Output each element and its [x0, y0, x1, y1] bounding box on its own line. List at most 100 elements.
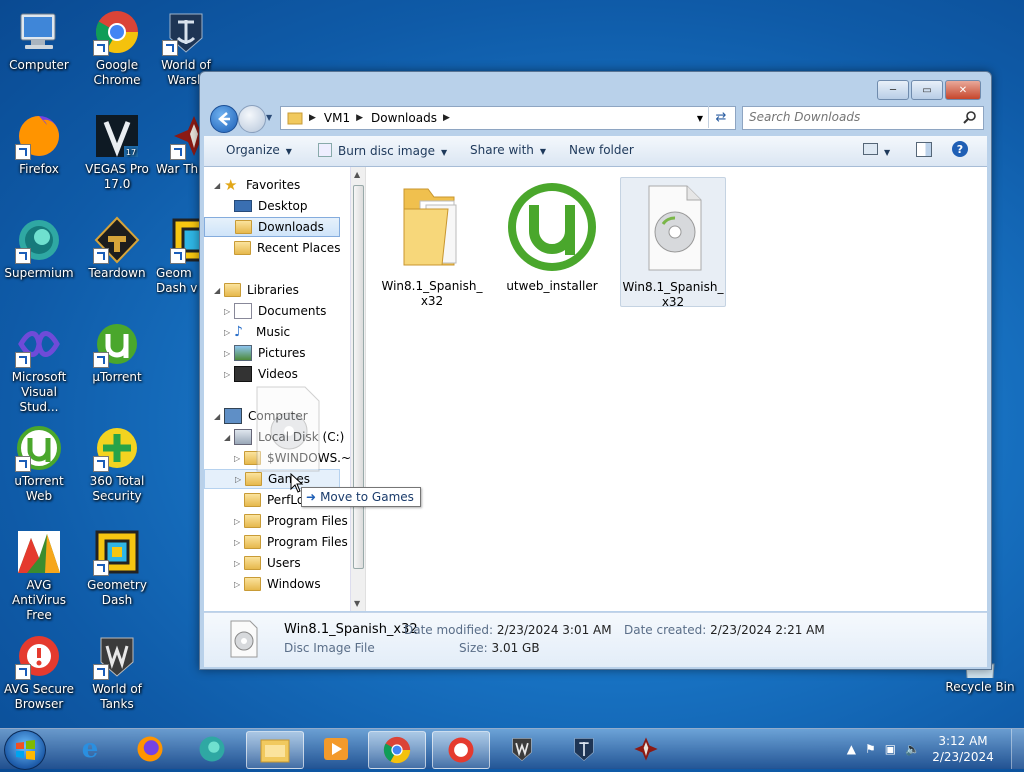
- desktop-icon-firefox[interactable]: Firefox: [0, 112, 78, 177]
- breadcrumb-vm1[interactable]: VM1: [324, 111, 350, 125]
- change-view-button[interactable]: ▼: [863, 143, 890, 158]
- start-button[interactable]: [4, 730, 46, 770]
- minimize-button[interactable]: ─: [877, 80, 909, 100]
- taskbar-internet-explorer[interactable]: e: [62, 731, 118, 767]
- nav-videos[interactable]: ▷ Videos: [224, 364, 298, 384]
- nav-label: Pictures: [258, 346, 306, 360]
- taskbar-chrome[interactable]: [368, 731, 426, 769]
- music-icon: ♪: [234, 324, 243, 340]
- taskbar-war-thunder[interactable]: [618, 731, 674, 767]
- back-arrow-icon: [218, 112, 230, 126]
- refresh-button[interactable]: ⇄: [708, 106, 733, 128]
- svg-text:17: 17: [126, 148, 136, 157]
- desktop-icon-world-of-tanks[interactable]: World of Tanks: [78, 632, 156, 712]
- nav-libraries[interactable]: ◢ Libraries: [214, 280, 299, 300]
- desktop-icon-war-thunder[interactable]: War Th: [156, 112, 200, 177]
- network-icon[interactable]: ▣: [885, 742, 896, 756]
- taskbar-firefox[interactable]: [122, 731, 178, 767]
- caption-buttons: ─ ▭ ✕: [877, 80, 981, 100]
- taskbar-supermium[interactable]: [184, 731, 240, 767]
- scroll-up-icon[interactable]: ▲: [354, 170, 360, 179]
- desktop-icon-label: Computer: [9, 58, 69, 72]
- taskbar-world-of-tanks[interactable]: [494, 731, 550, 767]
- taskbar-avg-secure-browser[interactable]: [432, 731, 490, 769]
- desktop-icon-supermium[interactable]: Supermium: [0, 216, 78, 281]
- file-item-folder[interactable]: Win8.1_Spanish_x32: [380, 177, 484, 309]
- nav-pictures[interactable]: ▷ Pictures: [224, 343, 306, 363]
- desktop-icon-vegas-pro[interactable]: 17 VEGAS Pro 17.0: [78, 112, 156, 192]
- desktop-icon-utorrent[interactable]: µTorrent: [78, 320, 156, 385]
- share-with-button[interactable]: Share with ▼: [470, 143, 546, 157]
- help-button[interactable]: ?: [952, 141, 968, 157]
- volume-muted-icon[interactable]: 🔈: [905, 742, 920, 756]
- breadcrumb-downloads[interactable]: Downloads: [371, 111, 437, 125]
- new-folder-button[interactable]: New folder: [569, 143, 634, 157]
- desktop-icon-teardown[interactable]: Teardown: [78, 216, 156, 281]
- address-bar[interactable]: ▶ VM1 ▶ Downloads ▶ ▼: [280, 106, 736, 130]
- maximize-button[interactable]: ▭: [911, 80, 943, 100]
- collapsed-arrow-icon: ▷: [234, 516, 241, 526]
- organize-button[interactable]: Organize ▼: [226, 143, 292, 157]
- address-dropdown-icon[interactable]: ▼: [697, 114, 703, 123]
- folder-icon: [260, 739, 290, 763]
- show-hidden-icons-icon[interactable]: ▲: [847, 742, 856, 756]
- desktop-icon-geometry-dash-variant[interactable]: Geom Dash v: [156, 216, 200, 296]
- file-item-utweb-installer[interactable]: utweb_installer: [500, 177, 604, 294]
- search-icon[interactable]: [963, 110, 977, 124]
- scrollbar-thumb[interactable]: [353, 185, 364, 569]
- nav-desktop[interactable]: Desktop: [224, 196, 308, 216]
- desktop-icon-label: War Th: [156, 162, 199, 176]
- clock-time: 3:12 AM: [938, 734, 988, 748]
- refresh-icon: ⇄: [715, 109, 727, 125]
- forward-button[interactable]: [238, 105, 266, 133]
- nav-program-files[interactable]: ▷ Program Files: [234, 511, 348, 531]
- utorrent-icon: [508, 183, 596, 271]
- help-icon: ?: [952, 141, 968, 157]
- nav-windows[interactable]: ▷ Windows: [234, 574, 321, 594]
- recent-pages-dropdown-icon[interactable]: ▼: [266, 113, 272, 122]
- navigation-scrollbar[interactable]: ▲ ▼: [350, 167, 365, 611]
- nav-label: Music: [256, 325, 291, 339]
- star-icon: ★: [224, 176, 238, 194]
- world-of-tanks-icon: [512, 738, 532, 762]
- desktop-icon-utorrent-web[interactable]: uTorrent Web: [0, 424, 78, 504]
- close-button[interactable]: ✕: [945, 80, 981, 100]
- command-bar: Organize ▼ Burn disc image ▼ Share with ▼ N…: [204, 136, 987, 167]
- file-item-disc-image[interactable]: Win8.1_Spanish_x32: [620, 177, 726, 309]
- navigation-bar: ▼ ▶ VM1 ▶ Downloads ▶ ▼ ⇄: [208, 104, 984, 133]
- burn-disc-image-button[interactable]: Burn disc image ▼: [318, 143, 447, 158]
- search-input[interactable]: [743, 107, 965, 127]
- desktop-icon-label: Google Chrome: [93, 58, 141, 87]
- action-center-flag-icon[interactable]: ⚑: [865, 742, 876, 756]
- chrome-icon: [383, 736, 411, 764]
- preview-pane-button[interactable]: [916, 142, 932, 160]
- breadcrumb-separator-icon: ▶: [309, 113, 316, 123]
- back-button[interactable]: [210, 105, 238, 133]
- shortcut-arrow-icon: [162, 40, 178, 56]
- nav-downloads[interactable]: Downloads: [204, 217, 340, 237]
- nav-favorites[interactable]: ◢ ★ Favorites: [214, 175, 300, 195]
- taskbar-world-of-warships[interactable]: [556, 731, 612, 767]
- desktop-icon-avg-antivirus[interactable]: AVG AntiVirus Free: [0, 528, 78, 623]
- taskbar-explorer[interactable]: [246, 731, 304, 769]
- share-label: Share with: [470, 143, 534, 157]
- details-key: Date created:: [624, 623, 707, 637]
- nav-users[interactable]: ▷ Users: [234, 553, 301, 573]
- nav-music[interactable]: ▷ ♪ Music: [224, 322, 290, 342]
- nav-recent-places[interactable]: Recent Places: [224, 238, 340, 258]
- clock[interactable]: 3:12 AM 2/23/2024: [929, 733, 997, 765]
- desktop-icon-geometry-dash[interactable]: Geometry Dash: [78, 528, 156, 608]
- taskbar-media-player[interactable]: [308, 731, 364, 767]
- desktop-icon-visual-studio[interactable]: Microsoft Visual Stud...: [0, 320, 78, 415]
- folder-icon: [244, 514, 261, 528]
- desktop-icon-avg-secure-browser[interactable]: AVG Secure Browser: [0, 632, 78, 712]
- nav-program-files-x86[interactable]: ▷ Program Files (: [234, 532, 350, 552]
- desktop-icon-360-total-security[interactable]: 360 Total Security: [78, 424, 156, 504]
- scroll-down-icon[interactable]: ▼: [354, 599, 360, 608]
- details-value: 2/23/2024 3:01 AM: [496, 623, 612, 637]
- show-desktop-button[interactable]: [1011, 729, 1024, 769]
- nav-documents[interactable]: ▷ Documents: [224, 301, 326, 321]
- desktop-icon-chrome[interactable]: Google Chrome: [78, 8, 156, 88]
- desktop-icon-computer[interactable]: Computer: [0, 8, 78, 73]
- burn-label: Burn disc image: [338, 144, 435, 158]
